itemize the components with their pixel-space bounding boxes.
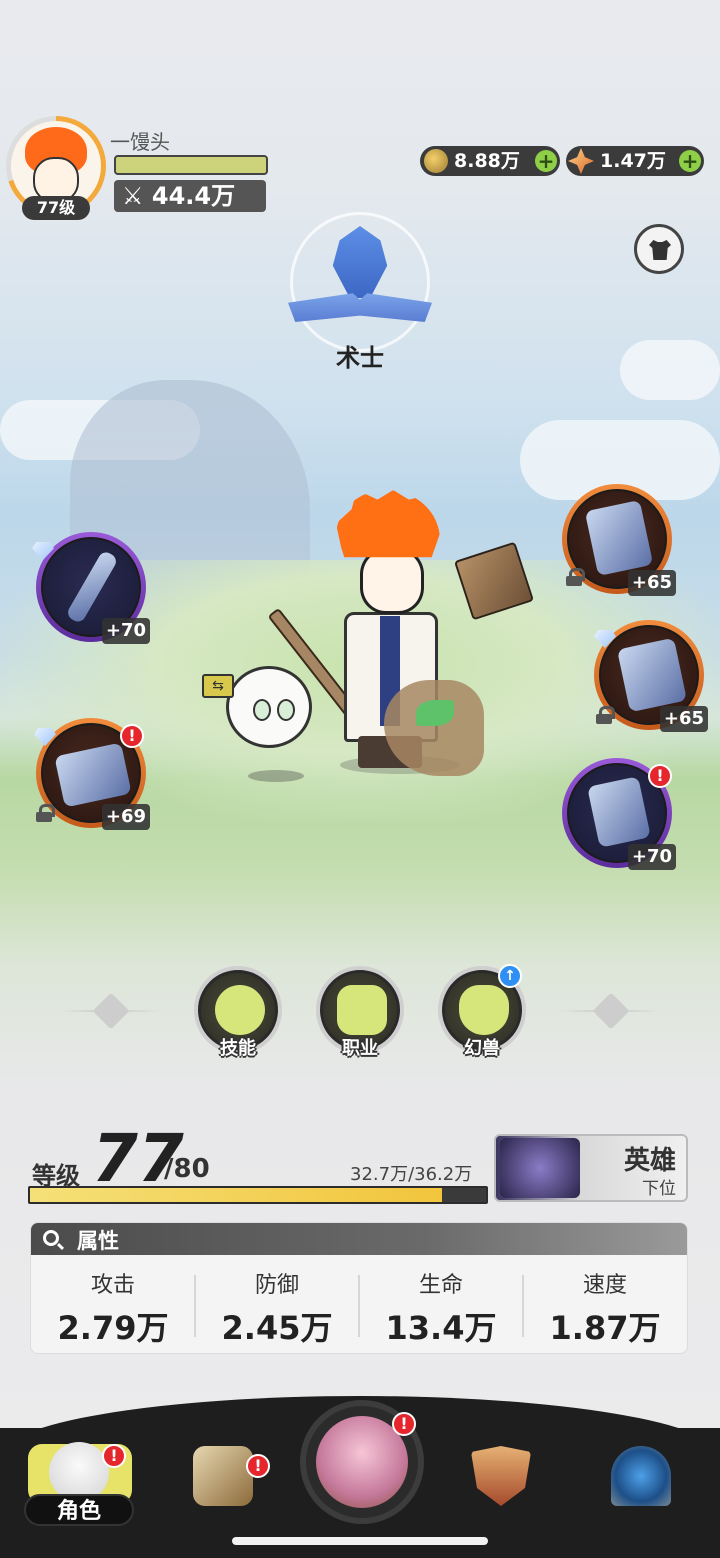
swap-pet-button[interactable]: ⇆ (202, 674, 234, 698)
skills-button[interactable]: 技能 (194, 966, 282, 1059)
combat-power-icon: ⚔ (122, 182, 152, 210)
class-button[interactable]: 职业 (316, 966, 404, 1059)
skills-label: 技能 (220, 1038, 256, 1059)
level-max: /80 (164, 1154, 210, 1184)
attribute-name: 生命 (418, 1273, 463, 1298)
attribute-name: 速度 (582, 1273, 627, 1298)
class-emblem[interactable]: 术士 (268, 212, 452, 372)
attributes-title: 属性 (77, 1229, 119, 1253)
staff-leaf (416, 700, 454, 726)
rank-emblem-icon (500, 1138, 580, 1198)
boots-level: +70 (627, 844, 676, 870)
weapon-level: +70 (101, 618, 150, 644)
combat-power-value: 44.4万 (151, 182, 236, 210)
nav-portal[interactable] (596, 1436, 686, 1526)
player-status-bar (114, 155, 268, 175)
class-label: 职业 (342, 1038, 378, 1059)
skills-icon (215, 985, 265, 1035)
class-icon (337, 985, 387, 1035)
exp-progress-bar (28, 1186, 488, 1204)
boots-item-icon (587, 776, 651, 848)
alert-badge: ! (246, 1454, 270, 1478)
attribute-name: 攻击 (90, 1273, 135, 1298)
search-icon (43, 1230, 59, 1246)
pet-creature[interactable] (226, 666, 312, 748)
attribute-speed: 速度 1.87万 (523, 1263, 687, 1349)
guild-shield-icon (471, 1446, 531, 1506)
helmet-level: +65 (627, 570, 676, 596)
helmet-item-icon (584, 499, 654, 577)
pet-eye (277, 699, 295, 721)
nav-guild[interactable] (456, 1436, 546, 1526)
combat-power: ⚔ 44.4万 (114, 180, 266, 212)
add-crystal-button[interactable]: + (679, 150, 701, 172)
book-level: +69 (101, 804, 150, 830)
rank-subtitle: 下位 (642, 1179, 676, 1199)
pet-button[interactable]: 幻兽 ↑ (438, 964, 526, 1059)
cloud (620, 340, 720, 400)
divider-ornament (60, 996, 160, 1026)
divider-ornament (560, 996, 660, 1026)
add-gold-button[interactable]: + (535, 150, 557, 172)
class-name: 术士 (336, 344, 384, 372)
gold-amount: 8.88万 (454, 150, 520, 172)
character-face (360, 548, 424, 614)
attribute-value: 1.87万 (549, 1309, 661, 1347)
nav-home[interactable]: ! (300, 1400, 424, 1524)
exp-text: 32.7万/36.2万 (350, 1164, 473, 1185)
book-item-icon (54, 742, 132, 808)
gold-currency: 8.88万 + (420, 146, 560, 176)
upgrade-arrow-badge: ↑ (498, 964, 522, 988)
attribute-value: 2.45万 (221, 1309, 333, 1347)
nav-character-label[interactable]: 角色 (24, 1494, 134, 1526)
attribute-name: 防御 (254, 1273, 299, 1298)
pet-shadow (248, 770, 304, 782)
boots-slot[interactable]: +70 ! (562, 758, 676, 870)
exp-progress-fill (30, 1188, 442, 1202)
attribute-health: 生命 13.4万 (359, 1263, 523, 1349)
character-portrait-icon (49, 1442, 109, 1502)
book-slot[interactable]: +69 ! (34, 718, 150, 830)
pet-label: 幻兽 (464, 1038, 500, 1059)
staff-item-icon (65, 549, 119, 625)
crystal-amount: 1.47万 (600, 150, 666, 172)
helmet-slot[interactable]: +65 (562, 484, 676, 596)
pet-beast-icon (459, 985, 509, 1035)
rank-badge[interactable]: 英雄 下位 (494, 1134, 688, 1202)
alert-badge: ! (392, 1412, 416, 1436)
lock-icon (596, 706, 615, 724)
crystal-currency: 1.47万 + (566, 146, 704, 176)
quest-book-icon (193, 1446, 253, 1506)
weapon-slot[interactable]: +70 (32, 532, 150, 644)
shirt-icon (649, 240, 671, 260)
alert-badge: ! (120, 724, 144, 748)
lock-icon (36, 804, 55, 822)
crystal-icon (568, 148, 594, 174)
attributes-panel[interactable]: 属性 攻击 2.79万 防御 2.45万 生命 13.4万 速度 1.87万 (30, 1222, 688, 1354)
attribute-attack: 攻击 2.79万 (31, 1263, 195, 1349)
lock-icon (566, 568, 585, 586)
attribute-defense: 防御 2.45万 (195, 1263, 359, 1349)
player-level-badge: 77级 (22, 196, 90, 220)
armor-slot[interactable]: +65 (594, 620, 708, 732)
outfit-button[interactable] (634, 224, 684, 274)
alert-badge: ! (648, 764, 672, 788)
nav-quests[interactable]: ! (178, 1436, 270, 1526)
home-indicator (232, 1537, 488, 1545)
alert-badge: ! (102, 1444, 126, 1468)
attribute-value: 13.4万 (385, 1309, 497, 1347)
attribute-value: 2.79万 (57, 1309, 169, 1347)
attributes-header: 属性 (31, 1223, 687, 1255)
pet-eye (253, 699, 271, 721)
rank-title: 英雄 (623, 1146, 676, 1176)
portal-icon (611, 1446, 671, 1506)
armor-level: +65 (659, 706, 708, 732)
armor-item-icon (616, 637, 688, 713)
gold-coin-icon (424, 149, 448, 173)
player-name: 一馒头 (110, 130, 170, 154)
